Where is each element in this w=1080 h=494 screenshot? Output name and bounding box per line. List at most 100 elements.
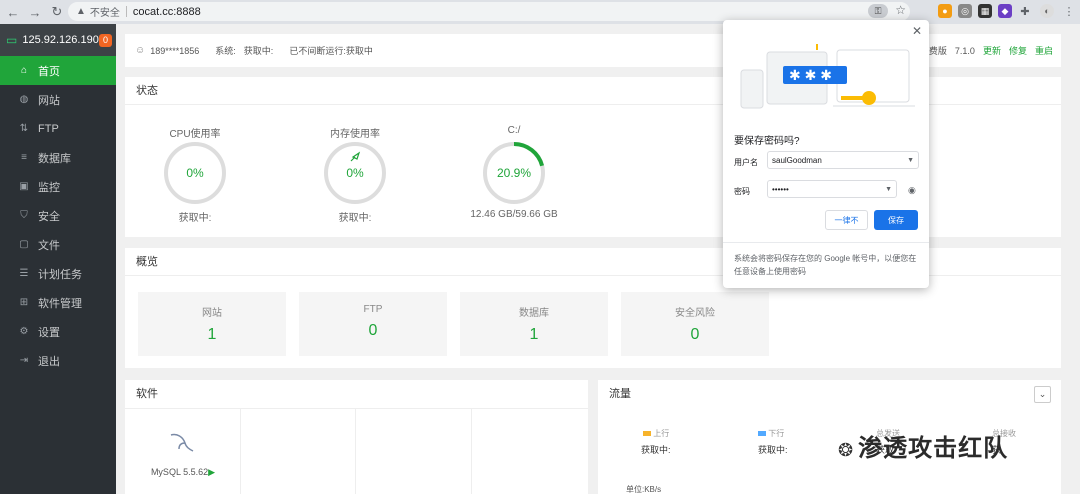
version-actions: 免费版 7.1.0 更新 修复 重启 xyxy=(912,34,1053,67)
overview-card-value: 0 xyxy=(690,326,700,343)
sidebar-item-monitor[interactable]: ▣ 监控 xyxy=(0,172,116,201)
sidebar-item-ftp[interactable]: ⇅ FTP xyxy=(0,114,116,143)
software-grid: MySQL 5.5.62▶ xyxy=(125,408,588,494)
extension-icon[interactable]: ● xyxy=(938,4,952,18)
password-value: •••••• xyxy=(772,184,789,194)
dialog-footer: 系统会将密码保存在您的 Google 帐号中，以便您在任意设备上使用密码 xyxy=(723,242,929,288)
sidebar-item-label: 退出 xyxy=(38,355,60,368)
sidebar-item-software[interactable]: ⊞ 软件管理 xyxy=(0,288,116,317)
sidebar-item-label: FTP xyxy=(38,122,59,135)
forward-icon[interactable]: → xyxy=(26,3,44,21)
extension-icon[interactable]: ◆ xyxy=(998,4,1012,18)
upload-value: 获取中: xyxy=(641,445,671,455)
password-illustration: ✱ ✱ ✱ xyxy=(740,44,915,109)
overview-card-website[interactable]: 网站 1 xyxy=(138,292,286,356)
home-icon: ⌂ xyxy=(20,65,28,76)
warning-icon: ▲ xyxy=(76,6,86,17)
back-icon[interactable]: ← xyxy=(4,3,22,21)
save-button[interactable]: 保存 xyxy=(874,210,918,230)
url-text[interactable]: cocat.cc:8888 xyxy=(133,6,201,18)
watermark: ❂ 渗透攻击红队 xyxy=(838,428,1008,463)
software-panel: 软件 MySQL 5.5.62▶ xyxy=(125,380,588,494)
sidebar-item-database[interactable]: ≡ 数据库 xyxy=(0,143,116,172)
traffic-title: 流量 xyxy=(609,388,631,400)
software-cell-mysql[interactable]: MySQL 5.5.62▶ xyxy=(125,409,241,494)
address-bar[interactable]: ▲ 不安全 cocat.cc:8888 ⚿ ☆ xyxy=(68,2,910,21)
overview-card-security-risk[interactable]: 安全风险 0 xyxy=(621,292,769,356)
uptime-label: 已不间断运行: xyxy=(289,46,346,56)
reload-icon[interactable]: ↻ xyxy=(48,3,66,21)
sidebar-item-home[interactable]: ⌂ 首页 xyxy=(0,56,116,85)
overview-card-value: 1 xyxy=(207,326,217,343)
extension-icon[interactable]: ◎ xyxy=(958,4,972,18)
chevron-down-icon[interactable]: ▼ xyxy=(885,186,892,193)
overview-card-ftp[interactable]: FTP 0 xyxy=(299,292,447,356)
svg-text:✱ ✱ ✱: ✱ ✱ ✱ xyxy=(789,67,832,83)
bookmark-star-icon[interactable]: ☆ xyxy=(895,3,906,17)
password-label: 密码 xyxy=(734,187,750,196)
sidebar-item-settings[interactable]: ⚙ 设置 xyxy=(0,317,116,346)
uptime-value: 获取中 xyxy=(345,46,373,56)
download-swatch xyxy=(758,431,766,436)
software-cell-empty xyxy=(356,409,472,494)
password-field[interactable]: •••••• ▼ xyxy=(767,180,897,198)
overview-card-value: 1 xyxy=(529,326,539,343)
play-icon[interactable]: ▶ xyxy=(208,467,215,477)
sidebar-item-files[interactable]: ▢ 文件 xyxy=(0,230,116,259)
close-icon[interactable]: ✕ xyxy=(912,24,922,38)
extension-icon[interactable]: ▦ xyxy=(978,4,992,18)
overview-card-label: 网站 xyxy=(202,308,222,319)
never-button[interactable]: 一律不 xyxy=(825,210,868,230)
apps-icon: ⊞ xyxy=(19,297,29,308)
disk-gauge-sub: 12.46 GB/59.66 GB xyxy=(470,209,558,220)
sidebar-item-label: 文件 xyxy=(38,239,60,252)
mysql-dolphin-icon xyxy=(170,433,194,452)
traffic-select-chevron-down-icon[interactable]: ⌄ xyxy=(1034,386,1051,403)
key-icon[interactable]: ⚿ xyxy=(868,4,888,18)
sidebar: ▭ 125.92.126.190 0 ⌂ 首页 ◍ 网站 ⇅ FTP ≡ 数据库 ▣ 监控… xyxy=(0,24,116,494)
software-title: 软件 xyxy=(136,388,158,400)
sidebar-item-website[interactable]: ◍ 网站 xyxy=(0,85,116,114)
disk-gauge-value: 20.9% xyxy=(496,166,532,180)
system-label: 系统: xyxy=(215,46,236,56)
version-number: 7.1.0 xyxy=(954,45,975,56)
overview-card-label: 数据库 xyxy=(519,308,549,319)
notification-badge[interactable]: 0 xyxy=(99,33,112,47)
watermark-text: 渗透攻击红队 xyxy=(858,435,1009,462)
security-label: 不安全 xyxy=(89,8,120,19)
sidebar-item-cron[interactable]: ☰ 计划任务 xyxy=(0,259,116,288)
omnibox-divider xyxy=(125,6,127,17)
server-header[interactable]: ▭ 125.92.126.190 0 xyxy=(0,24,116,56)
update-link[interactable]: 更新 xyxy=(983,44,1001,57)
traffic-unit: 单位:KB/s xyxy=(626,485,662,494)
eye-icon[interactable]: ◉ xyxy=(908,185,916,196)
download-legend: 下行 xyxy=(758,428,784,439)
sidebar-item-security[interactable]: ⛉ 安全 xyxy=(0,201,116,230)
software-item-label: MySQL 5.5.62▶ xyxy=(125,467,241,478)
profile-avatar[interactable]: ◐ xyxy=(1040,4,1054,18)
restart-link[interactable]: 重启 xyxy=(1035,44,1053,57)
puzzle-icon[interactable]: ✚ xyxy=(1018,4,1032,18)
sidebar-item-logout[interactable]: ⇥ 退出 xyxy=(0,346,116,375)
folder-icon: ▢ xyxy=(19,239,29,250)
upload-legend: 上行 xyxy=(643,428,669,439)
system-value: 获取中: xyxy=(243,46,274,56)
sidebar-item-label: 网站 xyxy=(38,94,60,107)
chevron-down-icon[interactable]: ▼ xyxy=(907,157,914,164)
ftp-icon: ⇅ xyxy=(19,123,29,134)
task-icon: ☰ xyxy=(19,268,29,279)
database-icon: ≡ xyxy=(21,152,27,163)
wechat-icon: ❂ xyxy=(838,440,855,460)
overview-card-value: 0 xyxy=(368,322,378,339)
repair-link[interactable]: 修复 xyxy=(1009,44,1027,57)
user-name[interactable]: 189****1856 xyxy=(150,46,199,56)
gear-icon: ⚙ xyxy=(19,326,29,337)
overview-card-database[interactable]: 数据库 1 xyxy=(460,292,608,356)
username-field[interactable]: saulGoodman ▼ xyxy=(767,151,919,169)
sidebar-item-label: 设置 xyxy=(38,326,60,339)
monitor-icon: ▭ xyxy=(6,33,18,47)
memory-gauge-value: 0% xyxy=(346,166,364,180)
sidebar-item-label: 监控 xyxy=(38,181,60,194)
rocket-icon xyxy=(350,151,361,162)
menu-kebab-icon[interactable]: ⋮ xyxy=(1062,4,1076,18)
